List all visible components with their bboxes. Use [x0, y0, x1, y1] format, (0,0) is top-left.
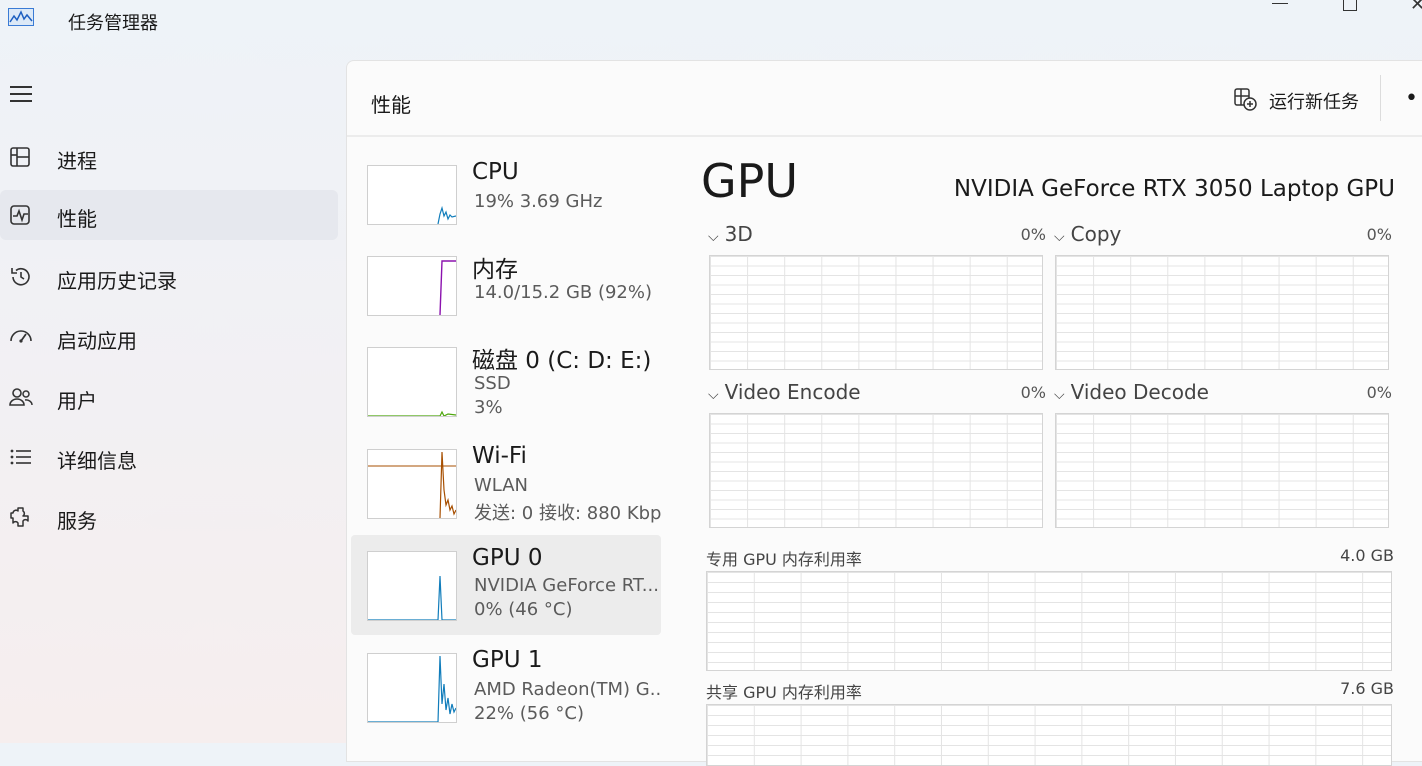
device-detail: 19% 3.69 GHz: [474, 191, 603, 212]
services-icon: [8, 505, 34, 529]
chevron-down-icon: ⌵: [1054, 229, 1065, 245]
nav-item-startup-apps[interactable]: 启动应用: [0, 312, 338, 362]
engine-name: Video Decode: [1070, 380, 1209, 404]
run-task-icon: [1233, 87, 1257, 111]
nav-item-processes[interactable]: 进程: [0, 132, 338, 182]
engine-graph-video-encode: [709, 413, 1043, 528]
cpu-mini-graph: [367, 165, 457, 225]
device-item-disk[interactable]: 磁盘 0 (C: D: E:) SSD 3%: [351, 347, 661, 447]
gpu-model-name: NVIDIA GeForce RTX 3050 Laptop GPU: [953, 176, 1395, 202]
engine-name: 3D: [724, 222, 753, 246]
nav-label: 服务: [57, 509, 97, 533]
device-title: GPU 0: [472, 545, 543, 571]
hamburger-menu-icon[interactable]: [10, 86, 32, 104]
device-title: CPU: [472, 159, 519, 185]
engine-name: Video Encode: [724, 380, 861, 404]
main-header: 性能 运行新任务 ••: [347, 61, 1422, 137]
processes-icon: [8, 145, 34, 169]
device-title: GPU 1: [472, 647, 543, 673]
engine-graph-3d: [709, 255, 1043, 370]
wifi-mini-graph: [367, 449, 457, 519]
device-title: Wi-Fi: [472, 443, 527, 469]
gpu1-mini-graph: [367, 653, 457, 723]
main-panel: 性能 运行新任务 •• CPU 19% 3.69 GHz 内存 14.0/15.…: [346, 60, 1422, 766]
engine-selector-copy[interactable]: ⌵ Copy 0%: [1054, 222, 1392, 248]
shared-memory-label: 共享 GPU 内存利用率: [706, 683, 862, 702]
nav-label: 性能: [57, 207, 97, 231]
dedicated-memory-value: 4.0 GB: [1340, 546, 1394, 565]
engine-selector-3d[interactable]: ⌵ 3D 0%: [708, 222, 1046, 248]
maximize-button[interactable]: [1343, 0, 1357, 11]
chevron-down-icon: ⌵: [708, 229, 719, 245]
chevron-down-icon: ⌵: [1054, 387, 1065, 403]
engine-graph-video-decode: [1055, 413, 1389, 528]
device-detail: NVIDIA GeForce RT...: [474, 575, 659, 596]
engine-selector-video-encode[interactable]: ⌵ Video Encode 0%: [708, 380, 1046, 406]
device-item-gpu0[interactable]: GPU 0 NVIDIA GeForce RT... 0% (46 °C): [351, 535, 661, 635]
run-new-task-button[interactable]: 运行新任务: [1233, 85, 1359, 115]
device-detail: 3%: [474, 397, 503, 418]
device-item-wifi[interactable]: Wi-Fi WLAN 发送: 0 接收: 880 Kbps: [351, 443, 661, 549]
performance-icon: [8, 203, 34, 227]
dedicated-memory-label: 专用 GPU 内存利用率: [706, 550, 862, 569]
device-item-gpu1[interactable]: GPU 1 AMD Radeon(TM) G... 22% (56 °C): [351, 647, 661, 753]
detail-title: GPU: [701, 154, 799, 208]
nav-label: 详细信息: [57, 449, 137, 473]
nav-item-app-history[interactable]: 应用历史记录: [0, 252, 338, 302]
header-separator: [1380, 75, 1381, 121]
engine-name: Copy: [1070, 222, 1122, 246]
more-options-button[interactable]: ••: [1405, 86, 1422, 111]
shared-memory-value: 7.6 GB: [1340, 679, 1394, 698]
nav-item-performance[interactable]: 性能: [0, 190, 338, 240]
engine-percent: 0%: [1020, 225, 1046, 244]
details-icon: [8, 445, 34, 469]
device-detail: SSD: [474, 373, 511, 394]
engine-percent: 0%: [1366, 225, 1392, 244]
shared-memory-graph: [706, 704, 1392, 766]
device-detail: AMD Radeon(TM) G...: [474, 679, 661, 700]
page-title: 性能: [371, 93, 411, 117]
close-button[interactable]: ✕: [1410, 0, 1422, 15]
nav-item-services[interactable]: 服务: [0, 492, 338, 542]
gpu0-mini-graph: [367, 551, 457, 621]
nav-item-details[interactable]: 详细信息: [0, 432, 338, 482]
device-detail: 发送: 0 接收: 880 Kbps: [474, 503, 661, 524]
memory-mini-graph: [367, 256, 457, 316]
dedicated-memory-graph: [706, 571, 1392, 671]
window-title: 任务管理器: [68, 13, 158, 34]
nav-label: 启动应用: [57, 329, 137, 353]
nav-label: 进程: [57, 149, 97, 173]
history-icon: [8, 265, 34, 289]
device-title: 磁盘 0 (C: D: E:): [472, 348, 652, 374]
engine-percent: 0%: [1020, 383, 1046, 402]
minimize-button[interactable]: [1272, 3, 1288, 4]
nav-label: 用户: [57, 389, 97, 413]
device-detail: 14.0/15.2 GB (92%): [474, 282, 653, 303]
device-detail: 0% (46 °C): [474, 599, 573, 620]
device-detail: WLAN: [474, 475, 529, 496]
title-bar: 任务管理器 ✕: [0, 0, 1422, 50]
disk-mini-graph: [367, 347, 457, 417]
engine-selector-video-decode[interactable]: ⌵ Video Decode 0%: [1054, 380, 1392, 406]
chevron-down-icon: ⌵: [708, 387, 719, 403]
device-title: 内存: [472, 257, 518, 283]
device-detail: 22% (56 °C): [474, 703, 584, 724]
task-manager-app-icon: [8, 8, 34, 26]
startup-icon: [8, 325, 34, 349]
nav-label: 应用历史记录: [57, 269, 177, 293]
engine-percent: 0%: [1366, 383, 1392, 402]
run-new-task-label: 运行新任务: [1269, 92, 1359, 113]
engine-graph-copy: [1055, 255, 1389, 370]
users-icon: [8, 385, 34, 409]
nav-item-users[interactable]: 用户: [0, 372, 338, 422]
